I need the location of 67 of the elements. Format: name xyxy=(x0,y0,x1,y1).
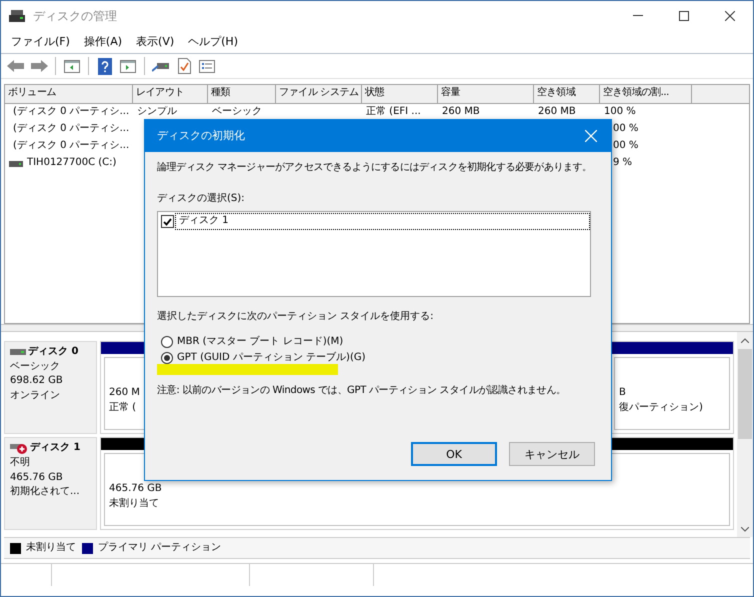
table-cell: 100 % xyxy=(604,106,636,119)
disk-status: オンライン xyxy=(10,390,61,402)
partition-block[interactable]: B 復パーティション) xyxy=(610,341,734,434)
partition-text: 260 M xyxy=(109,387,140,400)
radio-label[interactable]: GPT (GUID パーティション テーブル)(G) xyxy=(177,352,366,364)
menu-item[interactable]: ファイル(F) xyxy=(11,35,70,49)
column-header[interactable]: 空き領域 xyxy=(534,85,600,103)
table-cell: TIH0127700C (C:) xyxy=(27,157,116,170)
disk-list[interactable]: ディスク 1 xyxy=(157,211,591,297)
note-text: 注意: 以前のバージョンの Windows では、GPT パーティション スタイルが認識されません。 xyxy=(157,384,566,397)
disk-info-panel[interactable]: ディスク 0 ベーシック 698.62 GB オンライン xyxy=(4,341,97,434)
table-cell: 00 % xyxy=(613,123,638,136)
radio-button[interactable] xyxy=(161,336,173,348)
help-icon[interactable] xyxy=(95,56,115,76)
disk-name: ディスク 0 xyxy=(28,346,78,358)
scroll-up-icon[interactable] xyxy=(741,338,749,342)
disk-list-label: ディスクの選択(S): xyxy=(157,192,245,205)
checkbox[interactable] xyxy=(161,215,174,228)
column-header[interactable]: 空き領域の割... xyxy=(600,85,692,103)
scroll-down-icon[interactable] xyxy=(741,526,749,532)
table-cell: 9 % xyxy=(613,157,632,170)
table-cell: 正常 (EFI ... xyxy=(366,106,421,119)
partition-text: 正常 ( xyxy=(109,402,136,414)
column-header[interactable]: 種類 xyxy=(208,85,276,103)
column-header[interactable]: 状態 xyxy=(362,85,438,103)
minimize-icon[interactable] xyxy=(633,15,643,17)
column-header[interactable]: ファイル システム xyxy=(276,85,362,103)
legend-label: プライマリ パーティション xyxy=(98,542,222,554)
disk-status: 初期化されて... xyxy=(10,486,81,498)
legend-label: 未割り当て xyxy=(26,542,76,554)
dialog-button[interactable]: OK xyxy=(411,442,497,466)
disk-management-icon xyxy=(9,9,25,23)
table-cell: 260 MB xyxy=(538,106,576,119)
disk-info-panel[interactable]: ディスク 1 不明 465.76 GB 初期化されて... xyxy=(4,437,97,530)
maximize-icon[interactable] xyxy=(679,11,689,21)
window-title: ディスクの管理 xyxy=(33,8,117,24)
column-header[interactable]: ボリューム xyxy=(5,85,133,103)
disk-type: ベーシック xyxy=(10,360,61,373)
table-cell: (ディスク 0 パーティシ... xyxy=(13,106,130,119)
partition-text: 復パーティション) xyxy=(619,402,703,414)
radio-label[interactable]: MBR (マスター ブート レコード)(M) xyxy=(177,336,344,348)
volume-icon xyxy=(9,160,23,166)
table-cell: (ディスク 0 パーティシ... xyxy=(13,140,130,153)
menu-item[interactable]: ヘルプ(H) xyxy=(188,35,238,49)
partition-text: 未割り当て xyxy=(109,498,159,510)
partition-text: 465.76 GB xyxy=(109,483,162,496)
dialog-title: ディスクの初期化 xyxy=(157,129,245,143)
column-header[interactable]: レイアウト xyxy=(133,85,208,103)
close-icon[interactable] xyxy=(725,11,735,21)
disk-size: 465.76 GB xyxy=(10,472,64,484)
radio-button[interactable] xyxy=(161,352,173,364)
dialog-message: 論理ディスク マネージャーがアクセスできるようにするにはディスクを初期化する必要があります。 xyxy=(157,162,592,174)
partition-style-label: 選択したディスクに次のパーティション スタイルを使用する: xyxy=(157,311,434,324)
table-cell: 260 MB xyxy=(442,106,480,119)
table-cell: (ディスク 0 パーティシ... xyxy=(13,123,130,136)
dialog-button[interactable]: キャンセル xyxy=(509,442,595,466)
disk-size: 698.62 GB xyxy=(10,375,64,388)
table-cell: ベーシック xyxy=(212,106,262,119)
menu-item[interactable]: 操作(A) xyxy=(84,35,122,49)
disk-list-item[interactable]: ディスク 1 xyxy=(176,214,589,229)
disk-type: 不明 xyxy=(10,457,31,470)
menu-item[interactable]: 表示(V) xyxy=(136,35,174,49)
scrollbar[interactable] xyxy=(737,332,753,537)
table-cell: 00 % xyxy=(613,140,638,153)
disk-name: ディスク 1 xyxy=(30,442,80,455)
column-header[interactable]: 容量 xyxy=(438,85,534,103)
partition-text: B xyxy=(619,387,626,400)
